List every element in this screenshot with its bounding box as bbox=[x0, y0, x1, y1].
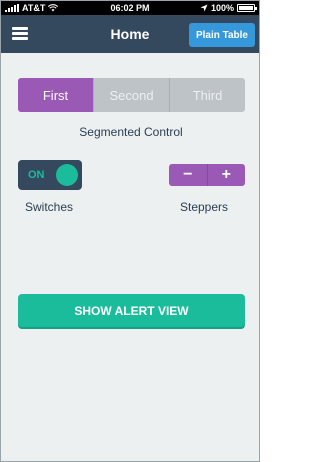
page-title: Home bbox=[110, 26, 150, 42]
navigation-bar: Home Plain Table bbox=[1, 15, 259, 53]
on-off-switch[interactable]: ON bbox=[18, 160, 82, 190]
stepper-minus-button[interactable]: − bbox=[169, 164, 207, 186]
segment-first[interactable]: First bbox=[18, 78, 93, 112]
battery-percent: 100% bbox=[210, 3, 234, 13]
status-bar: AT&T 06:02 PM 100% bbox=[1, 1, 259, 15]
status-right: 100% bbox=[200, 3, 257, 13]
switch-state-label: ON bbox=[28, 169, 45, 181]
steppers-caption: Steppers bbox=[180, 200, 229, 214]
status-left: AT&T bbox=[5, 3, 59, 13]
plain-table-button[interactable]: Plain Table bbox=[188, 23, 255, 47]
segmented-control: First Second Third bbox=[18, 78, 245, 112]
segmented-control-caption: Segmented Control bbox=[79, 125, 183, 139]
segment-second[interactable]: Second bbox=[93, 78, 169, 112]
hamburger-menu-icon[interactable] bbox=[12, 27, 28, 40]
stepper-plus-button[interactable]: + bbox=[206, 164, 245, 186]
battery-fill bbox=[239, 6, 253, 10]
location-arrow-icon bbox=[200, 4, 208, 12]
show-alert-view-button[interactable]: SHOW ALERT VIEW bbox=[18, 294, 245, 327]
status-time: 06:02 PM bbox=[110, 3, 150, 13]
signal-strength-icon bbox=[5, 4, 19, 12]
wifi-icon bbox=[48, 4, 59, 12]
battery-icon bbox=[237, 4, 257, 12]
switches-caption: Switches bbox=[25, 200, 74, 214]
switch-knob[interactable] bbox=[56, 164, 78, 186]
segment-third[interactable]: Third bbox=[169, 78, 245, 112]
stepper: − + bbox=[169, 164, 245, 186]
carrier-label: AT&T bbox=[22, 3, 46, 13]
app-window: AT&T 06:02 PM 100% Home Plain Table Firs… bbox=[0, 0, 260, 462]
